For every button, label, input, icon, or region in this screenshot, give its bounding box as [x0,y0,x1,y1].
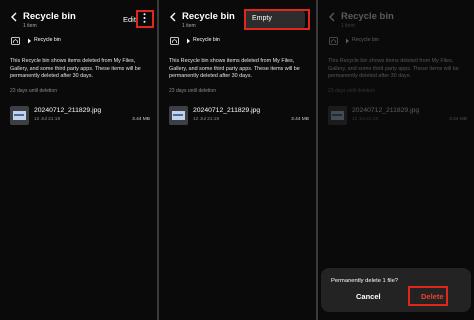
screen-recycle-bin-step-3: Recycle bin 1 item Recycle bin This Recy… [318,0,474,320]
item-count: 1 item [182,23,196,29]
page-title: Recycle bin [341,11,394,22]
cancel-button[interactable]: Cancel [356,292,381,301]
file-size: 3.44 MB [291,117,309,122]
chevron-right-icon [187,38,190,44]
file-name: 20240712_211829.jpg [352,107,420,114]
file-name[interactable]: 20240712_211829.jpg [193,107,260,114]
file-date: 12 Jul 21:18 [193,117,220,122]
recycle-bin-info: This Recycle bin shows items deleted fro… [10,58,141,80]
highlight-box [136,10,154,28]
back-arrow-icon[interactable] [10,12,18,22]
recycle-bin-info: This Recycle bin shows items deleted fro… [328,58,459,80]
file-date: 12 Jul 21:18 [352,117,379,122]
file-size: 3.44 MB [132,117,150,122]
file-size: 3.44 MB [449,117,467,122]
section-label: 23 days until deletion [10,88,57,94]
home-folder-icon [329,37,338,45]
edit-button[interactable]: Edit [123,15,136,24]
page-title: Recycle bin [182,11,235,22]
highlight-box [408,286,448,306]
section-label: 23 days until deletion [169,88,216,94]
recycle-bin-info: This Recycle bin shows items deleted fro… [169,58,300,80]
home-folder-icon[interactable] [170,37,179,45]
back-arrow-icon [329,12,335,22]
chevron-right-icon [346,38,349,44]
breadcrumb: Recycle bin [352,37,379,43]
breadcrumb[interactable]: Recycle bin [34,37,61,43]
highlight-box [244,9,310,30]
home-folder-icon[interactable] [11,37,20,45]
chevron-right-icon [28,38,31,44]
image-thumbnail-icon[interactable] [169,106,188,125]
back-arrow-icon[interactable] [169,12,177,22]
dialog-title: Permanently delete 1 file? [331,278,399,284]
page-title: Recycle bin [23,11,76,22]
image-thumbnail-icon [328,106,347,125]
screen-recycle-bin-step-1: Recycle bin 1 item Edit Recycle bin This… [0,0,157,320]
breadcrumb[interactable]: Recycle bin [193,37,220,43]
file-date: 12 Jul 21:18 [34,117,61,122]
item-count: 1 item [23,23,37,29]
file-name[interactable]: 20240712_211829.jpg [34,107,101,114]
screen-recycle-bin-step-2: Recycle bin 1 item Empty Recycle bin Thi… [159,0,316,320]
item-count: 1 item [341,23,355,29]
delete-confirm-dialog: Permanently delete 1 file? Cancel Delete [321,268,471,312]
section-label: 23 days until deletion [328,88,375,94]
image-thumbnail-icon[interactable] [10,106,29,125]
